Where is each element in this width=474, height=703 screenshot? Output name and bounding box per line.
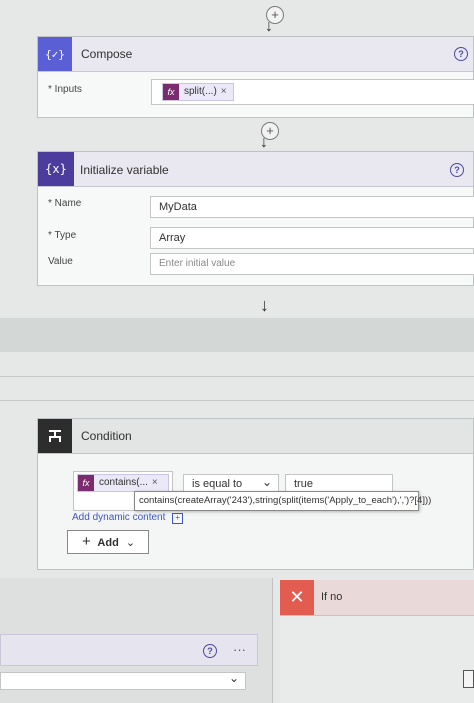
compose-title: Compose [81, 47, 133, 61]
fx-icon-2: fx [78, 475, 94, 491]
inputs-field[interactable]: fx split(...) × [151, 79, 474, 105]
value-label: Value [48, 256, 73, 267]
chevron-down-icon: ⌄ [261, 475, 272, 489]
divider-2 [0, 400, 474, 401]
if-no-title: If no [321, 591, 343, 603]
down-arrow-icon-3: ↓ [260, 295, 269, 315]
divider [0, 376, 474, 377]
initialize-variable-header[interactable]: {x} Initialize variable ? [38, 152, 473, 187]
action-select[interactable]: ⌄ [0, 671, 246, 690]
add-button[interactable]: + Add ⌄ [67, 530, 149, 554]
help-icon-3[interactable]: ? [203, 644, 217, 658]
inputs-label: * Inputs [48, 84, 82, 95]
condition-header[interactable]: Condition [38, 419, 473, 454]
condition-card: Condition fx contains(... × is equal to … [37, 418, 474, 570]
compose-card: {✓} Compose ? * Inputs fx split(...) × [37, 36, 474, 118]
down-arrow-icon: ↓ [265, 18, 273, 35]
name-label: * Name [48, 198, 82, 209]
initialize-variable-title: Initialize variable [80, 163, 169, 177]
condition-title: Condition [81, 429, 132, 443]
expression-tooltip: contains(createArray('243'),string(split… [134, 491, 431, 511]
down-arrow-icon-2: ↓ [260, 134, 268, 151]
scroll-band [0, 318, 474, 352]
remove-token-icon-2[interactable]: × [152, 475, 158, 491]
fx-icon: fx [163, 84, 179, 100]
value-field[interactable]: Enter initial value [150, 253, 474, 275]
scrollbar-thumb[interactable] [463, 670, 474, 688]
add-chevron-icon: ⌄ [125, 537, 136, 549]
add-plus-icon: + [82, 533, 91, 550]
help-icon[interactable]: ? [454, 47, 468, 61]
name-field[interactable]: MyData [150, 196, 474, 218]
close-icon: ✕ [280, 580, 314, 615]
compose-header[interactable]: {✓} Compose ? [38, 37, 473, 72]
variable-icon: {x} [38, 152, 74, 186]
action-card-header[interactable]: ? ··· [0, 634, 258, 666]
contains-token[interactable]: fx contains(... × [77, 474, 169, 492]
help-icon-2[interactable]: ? [450, 163, 464, 177]
operator-value: is equal to [192, 478, 243, 490]
condition-icon [38, 419, 72, 453]
more-options-icon[interactable]: ··· [233, 642, 246, 657]
dynamic-content-icon: + [172, 513, 184, 524]
contains-token-label: contains(... [99, 477, 148, 488]
if-no-header[interactable]: ✕ If no [280, 580, 474, 616]
split-token[interactable]: fx split(...) × [162, 83, 234, 101]
chevron-down-icon-2: ⌄ [228, 671, 239, 685]
add-button-label: Add [97, 537, 119, 549]
type-label: * Type [48, 230, 77, 241]
split-token-label: split(...) [184, 86, 217, 97]
compose-icon: {✓} [38, 37, 72, 71]
add-dynamic-content-label: Add dynamic content [72, 512, 166, 523]
remove-token-icon[interactable]: × [221, 84, 227, 100]
type-field[interactable]: Array [150, 227, 474, 249]
add-dynamic-content-link[interactable]: Add dynamic content + [72, 512, 184, 524]
initialize-variable-card: {x} Initialize variable ? * Name MyData … [37, 151, 474, 286]
